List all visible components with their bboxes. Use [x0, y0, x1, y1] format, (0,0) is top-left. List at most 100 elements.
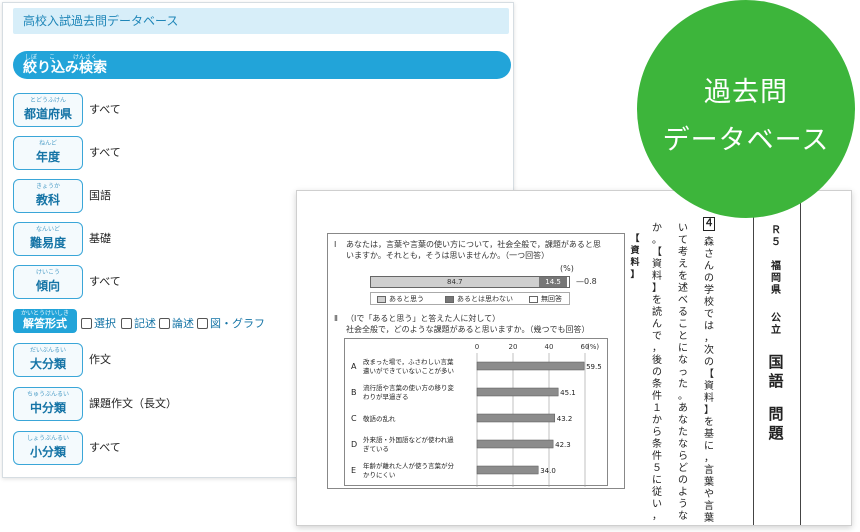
- category-label: 改まった場で，ふさわしい言葉: [363, 357, 454, 366]
- legend-none: 無回答: [529, 294, 562, 304]
- year-ruby: ねんど: [39, 140, 57, 147]
- prefecture-button[interactable]: とどうふけん 都道府県: [13, 93, 83, 127]
- exam-year: Ｒ５: [770, 225, 782, 249]
- q1-bar-segment: 14.5: [538, 277, 568, 287]
- q1-stacked-bar: 84.7 14.5: [370, 276, 570, 288]
- vertical-glyph: 葉: [704, 513, 714, 524]
- question-text-col1: 森さんの学校では，次の【資料】を基に，言葉や言葉: [703, 237, 715, 525]
- format-checkbox-written[interactable]: 記述: [121, 315, 156, 331]
- badge-line2: データベース: [662, 125, 830, 156]
- vertical-glyph: 資: [652, 259, 662, 270]
- q2-bar-chart: 0 20 40 60 (%) A 改まった場で，ふさわしい言葉 遣いができていないことが多い 5…: [344, 338, 608, 487]
- vertical-glyph: 次: [704, 345, 714, 356]
- vertical-glyph: に: [652, 475, 662, 486]
- middle-category-value: 課題作文（長文）: [89, 397, 177, 410]
- subject-button[interactable]: きょうか 教科: [13, 179, 83, 213]
- category-label: 敬語の乱れ: [363, 414, 396, 423]
- vertical-glyph: 森: [704, 237, 714, 248]
- vertical-glyph: は: [704, 321, 714, 332]
- vertical-glyph: ど: [678, 463, 688, 474]
- category-label: 遣いができていないことが多い: [363, 366, 454, 375]
- difficulty-value: 基礎: [89, 232, 111, 245]
- bar-value-label: 45.1: [560, 389, 576, 397]
- format-option-label: 図・グラフ: [210, 317, 265, 330]
- minor-category-value: すべて: [89, 441, 121, 454]
- vertical-glyph: 従: [652, 487, 662, 498]
- vertical-glyph: 】: [630, 270, 640, 280]
- vertical-glyph: 【: [704, 369, 714, 380]
- vertical-glyph: 。: [678, 391, 688, 402]
- vertical-glyph: 条: [652, 439, 662, 450]
- vertical-glyph: 述: [678, 283, 688, 294]
- exam-title-band: Ｒ５ 福岡県 公立 国語 問題: [753, 191, 801, 525]
- format-checkbox-figure[interactable]: 図・グラフ: [197, 315, 265, 331]
- checkbox-icon[interactable]: [197, 317, 208, 329]
- vertical-glyph: ら: [678, 451, 688, 462]
- category-label: 年齢が離れた人が使う言葉が分: [363, 461, 455, 470]
- vertical-glyph: 【: [630, 234, 640, 244]
- major-category-ruby: だいぶんるい: [29, 347, 66, 354]
- middle-category-ruby: ちゅうぶんるい: [26, 391, 69, 398]
- middle-category-button[interactable]: ちゅうぶんるい 中分類: [13, 387, 83, 421]
- answer-format-ruby: かいとうけいしき: [20, 310, 69, 317]
- filter-row-year: ねんど 年度 すべて: [13, 136, 453, 170]
- bar: [476, 387, 559, 397]
- vertical-glyph: あ: [678, 403, 688, 414]
- prefecture-ruby: とどうふけん: [29, 97, 66, 104]
- category-label: 外来語・外国語などが使われ過: [363, 435, 454, 444]
- past-exam-database-badge: 過去問 データベース: [637, 0, 855, 218]
- q1-bar-segment: 84.7: [371, 277, 539, 287]
- bar: [476, 413, 556, 423]
- category-label: ぎている: [363, 444, 389, 453]
- vertical-glyph: ん: [652, 319, 662, 330]
- chart-unit: (%): [587, 343, 599, 351]
- tendency-button[interactable]: けいこう 傾向: [13, 265, 83, 299]
- tendency-label: 傾向: [35, 279, 60, 293]
- checkbox-icon[interactable]: [81, 317, 92, 329]
- vertical-glyph: ，: [652, 343, 662, 354]
- exam-sheet: Ⅰ あなたは，言葉や言葉の使い方について，社会全般で，課題があると思 いますか。…: [296, 190, 852, 526]
- search-bar[interactable]: しぼ こ けんさく 絞り込み検索: [13, 51, 511, 79]
- format-checkbox-choice[interactable]: 選択: [81, 315, 116, 331]
- q1-label: Ⅰ: [334, 240, 337, 249]
- vertical-glyph: 料: [704, 393, 714, 404]
- category-letter: D: [351, 440, 357, 449]
- difficulty-button[interactable]: なんいど 難易度: [13, 222, 83, 256]
- category-letter: E: [351, 466, 356, 475]
- major-category-button[interactable]: だいぶんるい 大分類: [13, 343, 83, 377]
- year-value: すべて: [89, 146, 121, 159]
- vertical-glyph: 後: [652, 355, 662, 366]
- vertical-glyph: を: [652, 295, 662, 306]
- checkbox-icon[interactable]: [159, 317, 170, 329]
- bar-value-label: 34.0: [540, 467, 556, 475]
- tick-label: 40: [545, 343, 554, 351]
- vertical-glyph: で: [652, 331, 662, 342]
- panel-header: 高校入試過去問データベース: [13, 8, 509, 34]
- badge-line1: 過去問: [704, 77, 788, 108]
- q2-chart-svg: 0 20 40 60(%)A 改まった場で，ふさわしい言葉遣いができていないことが多い 5…: [351, 343, 602, 487]
- vertical-glyph: こ: [678, 319, 688, 330]
- vertical-glyph: 料: [652, 271, 662, 282]
- format-checkbox-essay[interactable]: 論述: [159, 315, 194, 331]
- format-option-label: 論述: [172, 317, 194, 330]
- vertical-glyph: 】: [704, 405, 714, 416]
- vertical-glyph: や: [704, 489, 714, 500]
- year-button[interactable]: ねんど 年度: [13, 136, 83, 170]
- vertical-glyph: １: [652, 403, 662, 414]
- vertical-glyph: 葉: [704, 477, 714, 488]
- major-category-label: 大分類: [29, 357, 66, 371]
- question-number: ４: [703, 217, 715, 231]
- vertical-glyph: た: [678, 427, 688, 438]
- prefecture-value: すべて: [89, 103, 121, 116]
- question-text-col2: いて考えを述べることになった。あなたならどのような: [677, 223, 689, 523]
- checkbox-icon[interactable]: [121, 317, 132, 329]
- vertical-glyph: う: [678, 499, 688, 510]
- vertical-glyph: 。: [652, 235, 662, 246]
- bar: [476, 465, 539, 475]
- vertical-glyph: 立: [771, 325, 781, 336]
- q1-legend: あると思う あるとは思わない 無回答: [370, 292, 570, 305]
- vertical-glyph: に: [704, 441, 714, 452]
- vertical-glyph: 語: [768, 372, 784, 390]
- minor-category-button[interactable]: しょうぶんるい 小分類: [13, 431, 83, 465]
- prefecture-label: 都道府県: [23, 107, 72, 121]
